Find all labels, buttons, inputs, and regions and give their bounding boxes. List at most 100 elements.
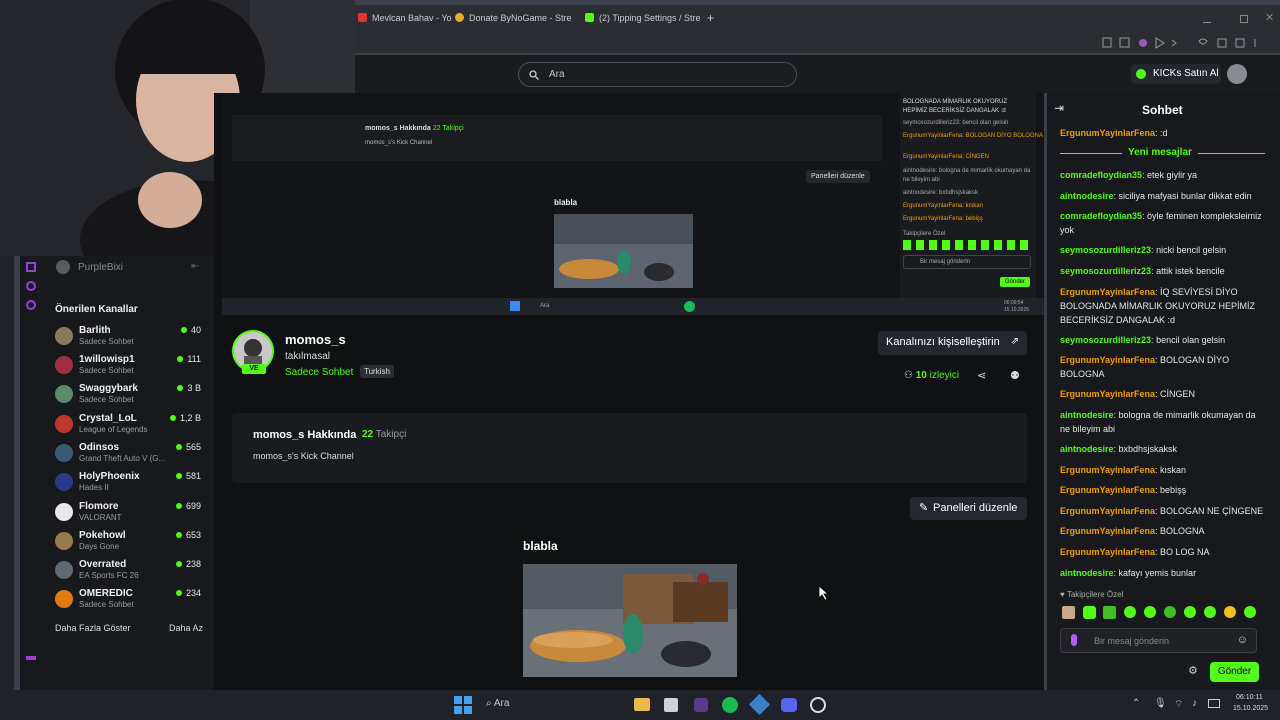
search-input[interactable]: Ara <box>518 62 797 87</box>
emoji-icon[interactable]: ☺ <box>1237 634 1248 646</box>
chat-message: aintnodesire: kafayı yemis bunlar <box>1060 568 1197 578</box>
rail-icon[interactable] <box>26 281 36 291</box>
channel-avatar <box>55 444 73 462</box>
share-icon[interactable]: ⋖ <box>977 369 986 382</box>
followers-only-label: ♥ Takipçilere Özel <box>1060 590 1124 599</box>
mouse-cursor-icon <box>818 585 830 601</box>
channel-avatar <box>55 415 73 433</box>
live-dot-icon <box>175 561 182 567</box>
followers-count: 22 Takipçi <box>362 429 407 440</box>
volume-icon[interactable]: ♪ <box>1192 698 1197 709</box>
live-dot-icon <box>175 444 182 450</box>
windows-taskbar: ⌕ Ara ⌃ 🎙 ⌔ ♪ 06:10:11 15.10.2025 <box>0 690 1280 720</box>
search-icon <box>529 70 539 80</box>
collapse-icon[interactable]: ⇤ <box>191 261 199 272</box>
wifi-icon[interactable]: ⌔ <box>1174 698 1183 711</box>
sidebar-channel-item[interactable]: Swaggybark Sadece Sohbet 3 B <box>55 383 205 411</box>
user-settings-icon[interactable]: ⚉ <box>1010 369 1020 382</box>
browser-tab[interactable]: Mevlcan Bahav - Yo <box>358 13 452 23</box>
chat-settings-gear-icon[interactable]: ⚙ <box>1188 664 1198 677</box>
chat-message-input[interactable]: Bir mesaj gönderin ☺ <box>1060 628 1257 653</box>
send-message-button[interactable]: Gönder <box>1210 662 1259 682</box>
microphone-icon <box>1071 634 1077 646</box>
sidebar-channel-item[interactable]: Flomore VALORANT 699 <box>55 501 205 529</box>
channel-avatar <box>55 356 73 374</box>
maximize-icon[interactable] <box>1240 15 1248 23</box>
new-tab-button[interactable]: + <box>707 11 714 25</box>
taskbar-date[interactable]: 15.10.2025 <box>1233 705 1268 712</box>
browser-tab[interactable]: Donate ByNoGame - Stre <box>455 13 572 23</box>
about-title: momos_s Hakkında <box>253 429 357 441</box>
tray-overflow-icon[interactable]: ⌃ <box>1132 698 1140 709</box>
emote-bar[interactable] <box>1060 604 1260 620</box>
stream-screen-capture: momos_s Hakkında 22 Takipçi momos_s's Ki… <box>222 93 1044 298</box>
chat-message: ErgunumYayinlarFena: BOLOGAN NE ÇİNGENE <box>1060 506 1264 516</box>
sidebar-channel-item[interactable]: Overrated EA Sports FC 26 238 <box>55 559 205 587</box>
external-link-icon: ⇗ <box>1010 336 1019 347</box>
channel-avatar <box>55 503 73 521</box>
discord-icon[interactable] <box>781 698 797 712</box>
sidebar-channel-item[interactable]: Pokehowl Days Gone 653 <box>55 530 205 558</box>
live-dot-icon <box>180 327 187 333</box>
left-icon-rail <box>20 256 44 690</box>
channel-avatar <box>55 473 73 491</box>
customize-channel-button[interactable]: Kanalınızı kişiselleştirin ⇗ <box>878 331 1027 355</box>
chat-message: ErgunumYayinlarFena: BOLOGNA <box>1060 526 1205 536</box>
show-less-link[interactable]: Daha Az <box>169 623 203 633</box>
app-icon[interactable] <box>748 693 771 716</box>
sidebar-channel-item[interactable]: OMEREDIC Sadece Sohbet 234 <box>55 588 205 616</box>
buy-kicks-button[interactable]: KICKs Satın Al <box>1131 64 1221 84</box>
browser-extension-icons[interactable] <box>1100 36 1270 50</box>
chat-message: ErgunumYayinlarFena: BO LOG NA <box>1060 547 1210 557</box>
live-dot-icon <box>175 473 182 479</box>
rail-icon[interactable] <box>26 656 36 660</box>
chat-message: aintnodesire: bologna de mimarlik okumay… <box>1060 410 1256 434</box>
stream-title: takılmasal <box>285 351 331 362</box>
microphone-tray-icon[interactable]: 🎙 <box>1154 698 1167 709</box>
stream-category-link[interactable]: Sadece Sohbet <box>285 367 353 378</box>
chat-message: seymosozurdilleriz23: nicki bencil gelsi… <box>1060 245 1227 255</box>
nested-start-icon <box>510 301 520 311</box>
nested-taskbar: Ara 06:09:54 15.10.2025 <box>222 298 1044 315</box>
chat-message: comradefloydian35: etek giylir ya <box>1060 170 1198 180</box>
nested-about-title-text: momos_s Hakkında 22 Takipçi <box>365 125 464 132</box>
collapse-chat-icon[interactable]: ⇥ <box>1054 101 1064 115</box>
nested-description-text: momos_s's Kick Channel <box>365 140 433 146</box>
app-icon[interactable] <box>694 698 708 712</box>
language-tag[interactable]: Turkish <box>360 365 394 378</box>
chat-title: Sohbet <box>1142 103 1183 117</box>
browser-tab-active[interactable]: (2) Tipping Settings / Stre <box>585 13 701 23</box>
nested-panel-image <box>554 214 693 288</box>
recommended-channels-title: Önerilen Kanallar <box>55 304 138 315</box>
nested-spotify-icon <box>684 301 695 312</box>
nested-about-panel <box>232 115 882 161</box>
minimize-icon[interactable] <box>1203 15 1211 23</box>
sidebar-channel-item[interactable]: Crystal_LoL League of Legends 1,2 B <box>55 413 205 441</box>
sidebar-channel-item[interactable]: 1willowisp1 Sadece Sohbet 111 <box>55 354 205 382</box>
windows-start-icon[interactable] <box>454 696 472 714</box>
taskbar-clock[interactable]: 06:10:11 <box>1236 694 1263 701</box>
viewer-count: ⚇ 10 izleyici <box>904 370 960 381</box>
chat-message: ErgunumYayinlarFena: BOLOGAN DİYO BOLOGN… <box>1060 355 1230 379</box>
rail-icon[interactable] <box>26 300 36 310</box>
battery-icon[interactable] <box>1208 699 1220 708</box>
live-dot-icon <box>175 503 182 509</box>
chat-message: ErgunumYayinlarFena: bebişş <box>1060 485 1187 495</box>
spotify-icon[interactable] <box>722 697 738 713</box>
edit-panels-button[interactable]: ✎ Panelleri düzenle <box>910 497 1027 520</box>
chat-message: comradefloydian35: öyle feminen kompleks… <box>1060 211 1262 235</box>
nested-edit-panels-button: Panelleri düzenle <box>806 170 870 183</box>
channel-avatar <box>55 590 73 608</box>
show-more-link[interactable]: Daha Fazla Göster <box>55 623 131 633</box>
close-icon[interactable]: ✕ <box>1265 11 1274 24</box>
obs-icon[interactable] <box>810 697 826 713</box>
user-avatar[interactable] <box>1227 64 1247 84</box>
sidebar-channel-item[interactable]: Odinsos Grand Theft Auto V (G... 565 <box>55 442 205 470</box>
taskbar-search[interactable]: ⌕ Ara <box>486 698 509 709</box>
nested-panel-title: blabla <box>554 198 578 207</box>
sidebar-channel-item[interactable]: Barlith Sadece Sohbet 40 <box>55 325 205 353</box>
store-icon[interactable] <box>664 698 678 712</box>
file-explorer-icon[interactable] <box>634 698 650 711</box>
rail-icon[interactable] <box>26 262 36 272</box>
sidebar-channel-item[interactable]: HolyPhoenix Hades II 581 <box>55 471 205 499</box>
